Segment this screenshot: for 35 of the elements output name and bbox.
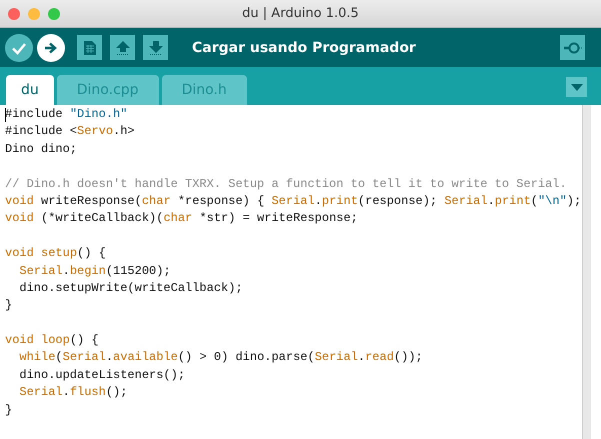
scrollbar[interactable] xyxy=(582,105,591,439)
file-tab[interactable]: du xyxy=(6,75,54,105)
down-triangle-icon xyxy=(570,84,582,90)
magnifier-icon xyxy=(562,40,582,54)
code-line: void setup() { xyxy=(5,245,106,262)
code-line: } xyxy=(5,297,12,314)
code-line: #include "Dino.h" xyxy=(5,106,128,123)
upload-button[interactable] xyxy=(37,34,65,62)
code-line: dino.setupWrite(writeCallback); xyxy=(18,280,243,297)
save-button[interactable] xyxy=(143,35,168,60)
code-line: #include <Servo.h> xyxy=(5,123,135,140)
code-line: void (*writeCallback)(char *str) = writeResponse; xyxy=(5,210,358,228)
code-line: dino.updateListeners(); xyxy=(18,366,186,384)
serial-monitor-button[interactable] xyxy=(560,35,585,60)
close-icon[interactable] xyxy=(8,8,20,20)
down-arrow-icon xyxy=(148,40,164,56)
code-line: Serial.begin(115200); xyxy=(18,262,171,280)
code-line: void loop() { xyxy=(5,332,99,350)
code-line: Dino dino; xyxy=(5,140,78,158)
code-line: void writeResponse(char *response) { Serial.print(response); Serial.print("\n"); xyxy=(5,192,582,210)
code-line: // Dino.h doesn't handle TXRX. Setup a function to tell it to write to Serial. xyxy=(5,176,567,193)
code-line: } xyxy=(5,402,12,419)
window-title: du | Arduino 1.0.5 xyxy=(241,6,360,21)
code-line: Serial.flush(); xyxy=(18,384,128,402)
file-tab[interactable]: Dino.h xyxy=(162,75,247,105)
document-icon xyxy=(82,40,96,56)
zoom-icon[interactable] xyxy=(48,8,60,20)
toolbar-status: Cargar usando Programador xyxy=(192,40,417,56)
file-tab[interactable]: Dino.cpp xyxy=(56,75,159,105)
verify-button[interactable] xyxy=(5,34,33,62)
new-button[interactable] xyxy=(77,35,102,60)
code-line: while(Serial.available() > 0) dino.parse(Serial.read()); xyxy=(18,349,423,366)
open-button[interactable] xyxy=(110,35,135,60)
tab-menu-button[interactable] xyxy=(566,77,587,97)
up-arrow-icon xyxy=(114,40,130,56)
